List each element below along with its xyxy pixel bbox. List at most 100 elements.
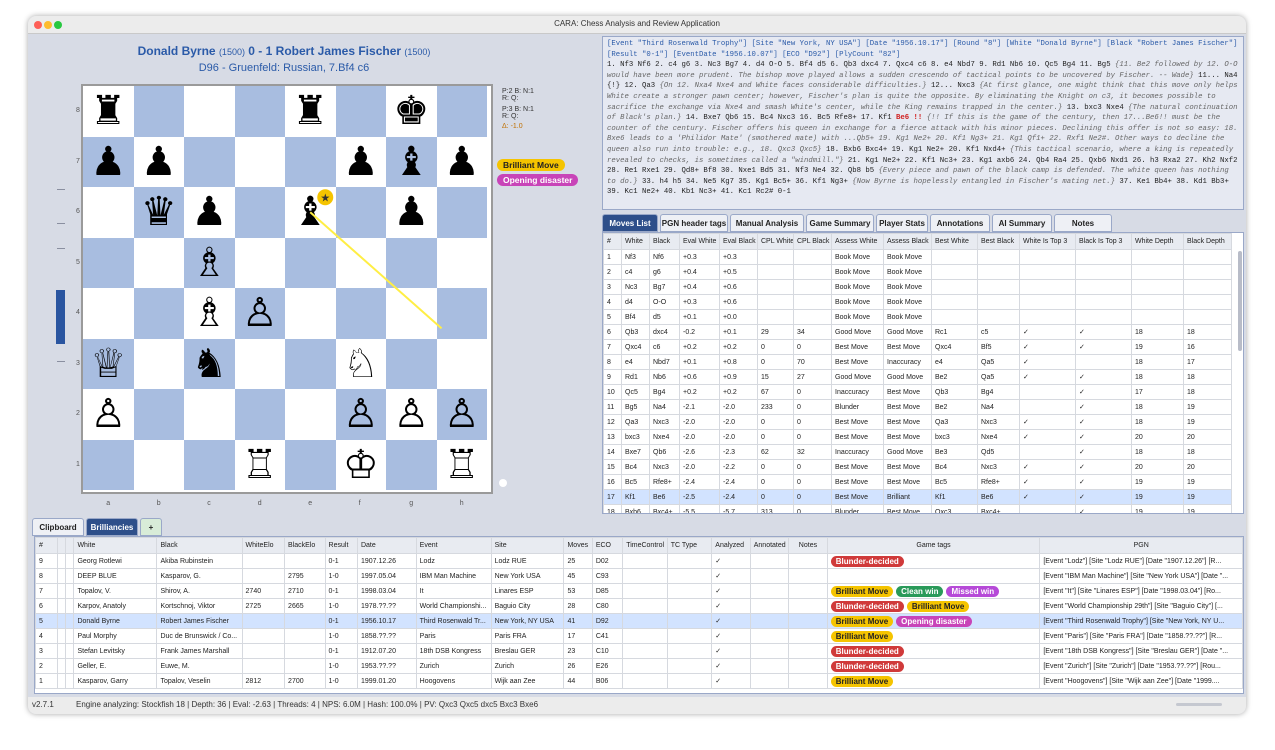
- board-square-b3[interactable]: [133, 338, 184, 389]
- games-table-row[interactable]: 3 Stefan Levitsky Frank James Marshall 0-1 1…: [35, 643, 1243, 659]
- moves-scrollbar[interactable]: [1238, 251, 1242, 351]
- chess-board[interactable]: ♜ ♜ ♚ ♟ ♟ ♟ ♝ ♟ ♛ ♟ ♝ ♟ ♗ ♗ ♙ ♕ ♞ ♘ ♙ ♙ ♙ ♙ ♖ ♔ ♖ ★: [81, 84, 493, 494]
- pgn-moves[interactable]: 13. bxc3 Nxe4: [1062, 104, 1128, 112]
- board-square-g4[interactable]: [386, 288, 437, 339]
- board-square-h5[interactable]: [436, 237, 487, 288]
- moves-column-header[interactable]: Best White: [931, 233, 978, 250]
- moves-column-header[interactable]: Black: [649, 233, 680, 250]
- game-tag[interactable]: Brilliant Move: [906, 600, 970, 612]
- white-piece-c5[interactable]: ♗: [184, 238, 235, 289]
- games-table-row[interactable]: 8 DEEP BLUE Kasparov, G. 2795 1-0 1997.05.04 I…: [35, 568, 1243, 584]
- game-tag[interactable]: Clean win: [896, 585, 944, 597]
- white-piece-d4[interactable]: ♙: [235, 288, 286, 339]
- games-column-header[interactable]: Notes: [788, 537, 828, 554]
- moves-list-table[interactable]: # White Black Eval White Eval Black CPL White…: [602, 232, 1244, 514]
- black-piece-b6[interactable]: ♛: [134, 187, 185, 238]
- game-tag[interactable]: Blunder-decided: [830, 645, 904, 657]
- database-tab-brilliancies[interactable]: Brilliancies: [86, 518, 138, 536]
- moves-table-row[interactable]: 6 Qb3 dxc4 -0.2 +0.1 29 34 Good Move Good Move Rc…: [603, 324, 1232, 340]
- game-tag[interactable]: Brilliant Move: [830, 675, 894, 687]
- games-column-header[interactable]: TimeControl: [622, 537, 668, 554]
- white-piece-f1[interactable]: ♔: [336, 440, 387, 491]
- board-square-a5[interactable]: [83, 237, 134, 288]
- white-piece-c4[interactable]: ♗: [184, 288, 235, 339]
- database-tab-add[interactable]: +: [140, 518, 162, 536]
- games-table-row[interactable]: 2 Geller, E. Euwe, M. 1-0 1953.??.?? Zurich Zu…: [35, 658, 1243, 674]
- games-column-header[interactable]: Date: [356, 537, 417, 554]
- moves-column-header[interactable]: Eval Black: [719, 233, 758, 250]
- board-square-g5[interactable]: [386, 237, 437, 288]
- moves-table-row[interactable]: 16 Bc5 Rfe8+ -2.4 -2.4 0 0 Best Move Best Move Bc…: [603, 474, 1232, 490]
- board-square-e2[interactable]: [285, 389, 336, 440]
- moves-table-row[interactable]: 18 Bxb6 Bxc4+ -5.5 -5.7 313 0 Blunder Best Move Q…: [603, 504, 1232, 513]
- moves-table-row[interactable]: 15 Bc4 Nxc3 -2.0 -2.2 0 0 Best Move Best Move Bc4…: [603, 459, 1232, 475]
- board-square-f8[interactable]: [335, 86, 386, 137]
- black-piece-e6[interactable]: ♝: [285, 187, 336, 238]
- games-column-header[interactable]: Annotated: [749, 537, 790, 554]
- moves-table-row[interactable]: 11 Bg5 Na4 -2.1 -2.0 233 0 Blunder Best Move Be2 N…: [603, 399, 1232, 415]
- moves-column-header[interactable]: White Is Top 3: [1019, 233, 1076, 250]
- moves-table-row[interactable]: 5 Bf4 d5 +0.1 +0.0 Book Move Book Move: [603, 309, 1232, 325]
- board-square-g1[interactable]: [386, 439, 437, 490]
- moves-column-header[interactable]: CPL White: [757, 233, 794, 250]
- games-table-row[interactable]: 7 Topalov, V. Shirov, A. 2740 2710 0-1 1998.03…: [35, 583, 1243, 599]
- games-column-header[interactable]: [57, 537, 67, 554]
- black-piece-g6[interactable]: ♟: [386, 187, 437, 238]
- games-column-header[interactable]: ECO: [591, 537, 624, 554]
- board-square-b8[interactable]: [133, 86, 184, 137]
- white-piece-h2[interactable]: ♙: [437, 389, 488, 440]
- moves-column-header[interactable]: Assess Black: [883, 233, 932, 250]
- board-square-f4[interactable]: [335, 288, 386, 339]
- board-square-h4[interactable]: [436, 288, 487, 339]
- black-piece-f7[interactable]: ♟: [336, 137, 387, 188]
- moves-column-header[interactable]: Best Black: [977, 233, 1020, 250]
- black-piece-a8[interactable]: ♜: [83, 86, 134, 137]
- board-square-c7[interactable]: [184, 136, 235, 187]
- database-tab-clipboard[interactable]: Clipboard: [32, 518, 84, 536]
- black-piece-c3[interactable]: ♞: [184, 339, 235, 390]
- white-piece-h1[interactable]: ♖: [437, 440, 488, 491]
- black-piece-e8[interactable]: ♜: [285, 86, 336, 137]
- board-tag[interactable]: Brilliant Move: [497, 159, 565, 171]
- tab-ai-summary[interactable]: AI Summary: [992, 214, 1052, 232]
- black-piece-a7[interactable]: ♟: [83, 137, 134, 188]
- board-square-h3[interactable]: [436, 338, 487, 389]
- board-tag[interactable]: Opening disaster: [497, 174, 579, 186]
- games-column-header[interactable]: BlackElo: [284, 537, 326, 554]
- games-column-header[interactable]: White: [73, 537, 158, 554]
- games-column-header[interactable]: TC Type: [666, 537, 713, 554]
- board-square-h6[interactable]: [436, 187, 487, 238]
- moves-table-row[interactable]: 8 e4 Nbd7 +0.1 +0.8 0 70 Best Move Inaccuracy e4 Q…: [603, 354, 1232, 370]
- moves-column-header[interactable]: Assess White: [831, 233, 884, 250]
- moves-table-row[interactable]: 3 Nc3 Bg7 +0.4 +0.6 Book Move Book Move: [603, 279, 1232, 295]
- pgn-moves[interactable]: 1. Nf3 Nf6 2. c4 g6 3. Nc3 Bg7 4. d4 O-O…: [607, 61, 1115, 69]
- board-square-e1[interactable]: [285, 439, 336, 490]
- moves-table-row[interactable]: 13 bxc3 Nxe4 -2.0 -2.0 0 0 Best Move Best Move bx…: [603, 429, 1232, 445]
- board-square-d3[interactable]: [234, 338, 285, 389]
- moves-table-row[interactable]: 7 Qxc4 c6 +0.2 +0.2 0 0 Best Move Best Move Qxc4 B…: [603, 339, 1232, 355]
- board-square-h8[interactable]: [436, 86, 487, 137]
- board-square-f5[interactable]: [335, 237, 386, 288]
- black-piece-c6[interactable]: ♟: [184, 187, 235, 238]
- game-tag[interactable]: Blunder-decided: [830, 660, 904, 672]
- moves-table-row[interactable]: 9 Rd1 Nb6 +0.6 +0.9 15 27 Good Move Good Move Be2…: [603, 369, 1232, 385]
- board-square-d2[interactable]: [234, 389, 285, 440]
- games-column-header[interactable]: Moves: [563, 537, 593, 554]
- tab-manual-analysis[interactable]: Manual Analysis: [730, 214, 804, 232]
- white-piece-f3[interactable]: ♘: [336, 339, 387, 390]
- pgn-current-move[interactable]: Be6 !!: [896, 114, 922, 122]
- tab-notes[interactable]: Notes: [1054, 214, 1112, 232]
- white-piece-a2[interactable]: ♙: [83, 389, 134, 440]
- games-column-header[interactable]: WhiteElo: [241, 537, 286, 554]
- games-column-header[interactable]: Analyzed: [711, 537, 751, 554]
- game-tag[interactable]: Brilliant Move: [830, 630, 894, 642]
- pgn-moves[interactable]: 18. Bxb6 Bxc4+ 19. Kg1 Ne2+ 20. Kf1 Nxd4…: [822, 146, 1010, 154]
- board-square-f6[interactable]: [335, 187, 386, 238]
- games-column-header[interactable]: [65, 537, 75, 554]
- board-square-c2[interactable]: [184, 389, 235, 440]
- games-table-row[interactable]: 6 Karpov, Anatoly Kortschnoj, Viktor 2725 26…: [35, 598, 1243, 614]
- moves-column-header[interactable]: Black Depth: [1183, 233, 1232, 250]
- black-piece-b7[interactable]: ♟: [134, 137, 185, 188]
- games-table-row[interactable]: 4 Paul Morphy Duc de Brunswick / Co... 1-0 1…: [35, 628, 1243, 644]
- board-square-e3[interactable]: [285, 338, 336, 389]
